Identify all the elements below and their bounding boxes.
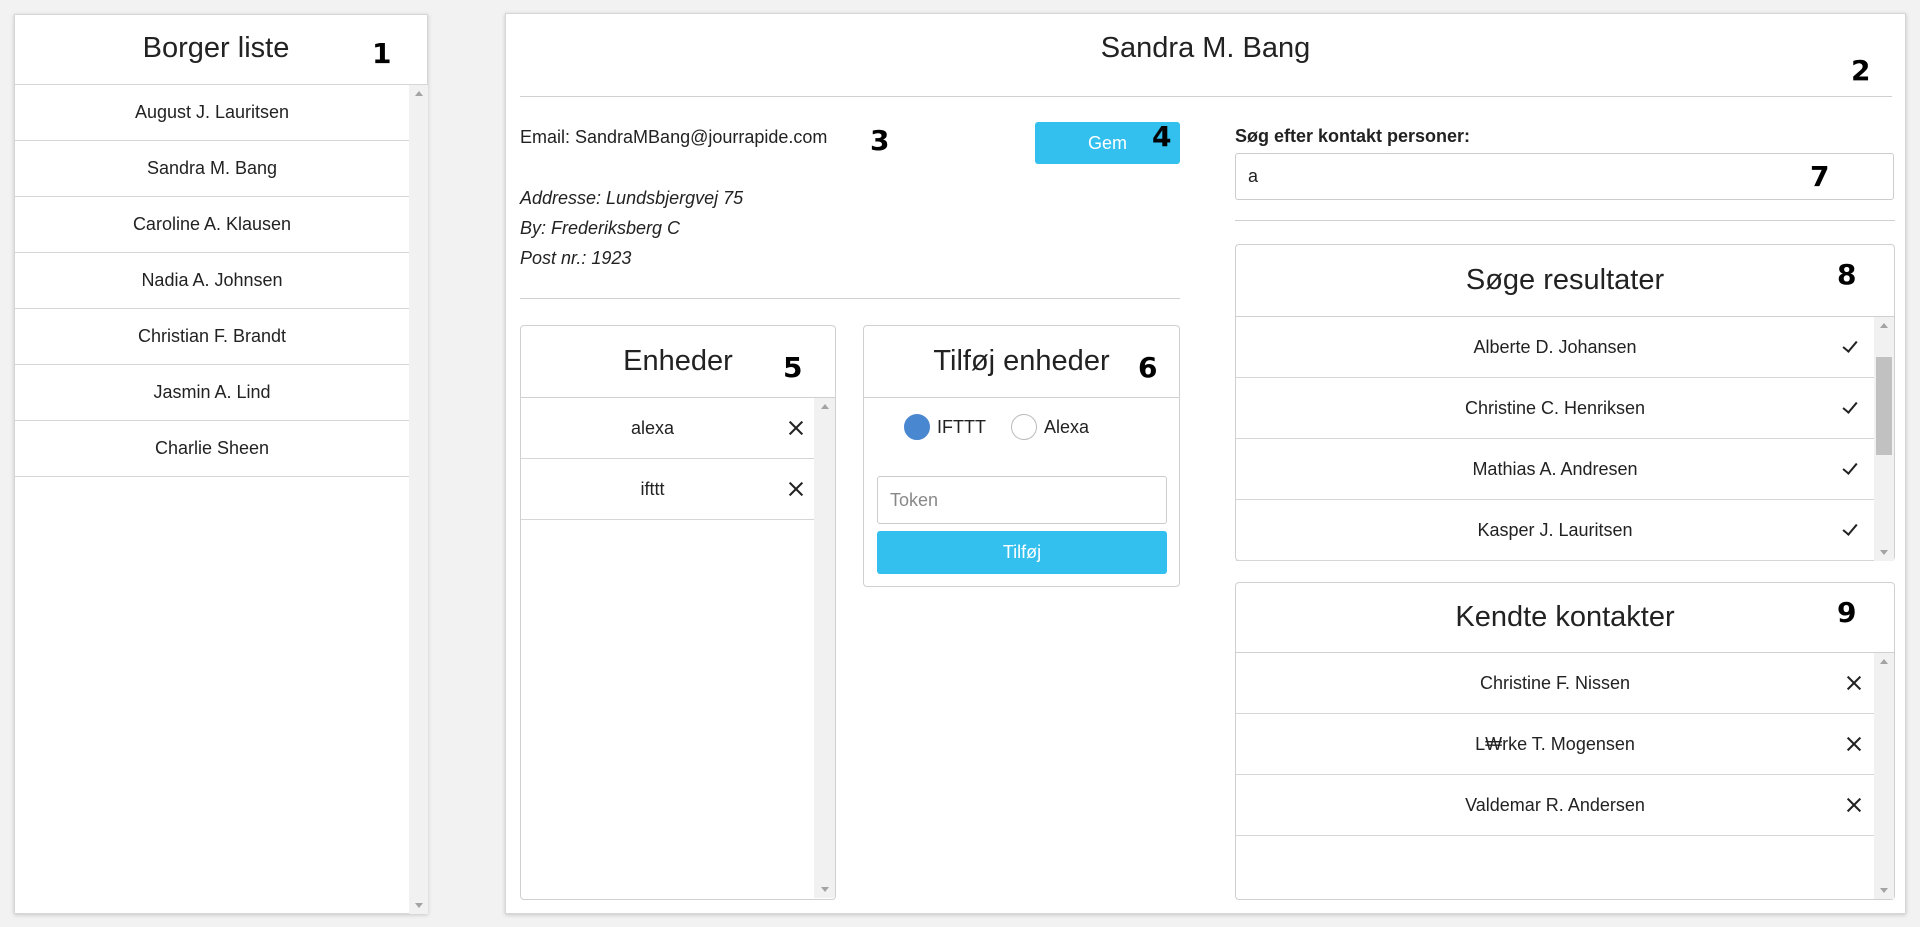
borger-list-item[interactable]: Charlie Sheen xyxy=(15,421,409,477)
radio-option-ifttt[interactable]: IFTTT xyxy=(904,414,986,440)
borger-list-item[interactable]: August J. Lauritsen xyxy=(15,85,409,141)
radio-option-alexa[interactable]: Alexa xyxy=(1011,414,1089,440)
tilfoej-enheder-title: Tilføj enheder xyxy=(864,326,1179,398)
remove-icon[interactable] xyxy=(788,481,804,497)
add-contact-check-icon[interactable] xyxy=(1844,463,1860,475)
borger-list: August J. Lauritsen Sandra M. Bang Carol… xyxy=(15,85,409,915)
radio-selected-icon[interactable] xyxy=(904,414,930,440)
page-title: Sandra M. Bang xyxy=(1100,32,1311,64)
add-contact-check-icon[interactable] xyxy=(1844,402,1860,414)
known-contact-item: L₩rke T. Mogensen xyxy=(1236,714,1874,775)
contact-name: Alberte D. Johansen xyxy=(1473,337,1637,357)
scroll-up-arrow-icon[interactable] xyxy=(1880,659,1888,664)
enheder-list: alexa ifttt xyxy=(521,398,814,898)
enheder-card: Enheder alexa ifttt 5 xyxy=(520,325,836,900)
divider xyxy=(520,298,1180,299)
borger-list-item[interactable]: Sandra M. Bang xyxy=(15,141,409,197)
enhed-name: ifttt xyxy=(640,479,665,499)
add-contact-check-icon[interactable] xyxy=(1844,341,1860,353)
tilfoej-enheder-card: Tilføj enheder 6 IFTTT Alexa Tilføj xyxy=(863,325,1180,587)
scrollbar-thumb[interactable] xyxy=(1876,357,1892,455)
scroll-down-arrow-icon[interactable] xyxy=(1880,888,1888,893)
add-contact-check-icon[interactable] xyxy=(1844,524,1860,536)
marker-5: 5 xyxy=(783,351,803,384)
known-contacts-scrollbar[interactable] xyxy=(1874,653,1894,899)
divider xyxy=(520,96,1892,97)
borger-list-item[interactable]: Caroline A. Klausen xyxy=(15,197,409,253)
add-device-button[interactable]: Tilføj xyxy=(877,531,1167,574)
contact-name: Mathias A. Andresen xyxy=(1472,459,1638,479)
enheder-scrollbar[interactable] xyxy=(814,398,835,898)
radio-label: Alexa xyxy=(1044,416,1090,437)
scroll-down-arrow-icon[interactable] xyxy=(414,903,423,908)
soege-resultater-card: Søge resultater 8 Alberte D. Johansen Ch… xyxy=(1235,244,1895,561)
borger-liste-title: Borger liste xyxy=(15,15,427,85)
search-results-list: Alberte D. Johansen Christine C. Henriks… xyxy=(1236,317,1874,561)
search-results-scrollbar[interactable] xyxy=(1874,317,1894,561)
borger-list-item[interactable]: Nadia A. Johnsen xyxy=(15,253,409,309)
divider xyxy=(1235,220,1895,221)
soege-resultater-title: Søge resultater xyxy=(1236,245,1894,317)
search-label: Søg efter kontakt personer: xyxy=(1235,126,1471,146)
kendte-kontakter-card: Kendte kontakter 9 Christine F. Nissen L… xyxy=(1235,582,1895,900)
remove-contact-icon[interactable] xyxy=(1846,736,1862,752)
known-contact-item: Christine F. Nissen xyxy=(1236,653,1874,714)
contact-name: Kasper J. Lauritsen xyxy=(1477,520,1633,540)
scroll-down-arrow-icon[interactable] xyxy=(1880,550,1888,555)
kendte-kontakter-title: Kendte kontakter xyxy=(1236,583,1894,653)
known-contact-item: Valdemar R. Andersen xyxy=(1236,775,1874,836)
scroll-up-arrow-icon[interactable] xyxy=(414,91,423,96)
marker-1: 1 xyxy=(372,37,392,70)
borger-list-item[interactable]: Jasmin A. Lind xyxy=(15,365,409,421)
borger-list-scrollbar[interactable] xyxy=(409,85,428,914)
marker-6: 6 xyxy=(1138,351,1158,384)
search-result-item: Alberte D. Johansen xyxy=(1236,317,1874,378)
remove-contact-icon[interactable] xyxy=(1846,797,1862,813)
city-text: By: Frederiksberg C xyxy=(520,218,681,238)
search-input[interactable] xyxy=(1235,153,1894,200)
search-result-item: Kasper J. Lauritsen xyxy=(1236,500,1874,561)
search-result-item: Christine C. Henriksen xyxy=(1236,378,1874,439)
marker-9: 9 xyxy=(1837,596,1857,629)
enhed-name: alexa xyxy=(630,418,675,438)
contact-name: Valdemar R. Andersen xyxy=(1465,795,1645,815)
enhed-list-item: ifttt xyxy=(521,459,814,520)
borger-detail-panel: Sandra M. Bang 2 Email: SandraMBang@jour… xyxy=(505,13,1906,914)
enhed-list-item: alexa xyxy=(521,398,814,459)
email-text: Email: SandraMBang@jourrapide.com xyxy=(520,127,828,147)
radio-label: IFTTT xyxy=(937,416,986,437)
marker-7: 7 xyxy=(1810,160,1830,193)
scroll-up-arrow-icon[interactable] xyxy=(820,404,829,409)
marker-3: 3 xyxy=(870,124,890,157)
contact-name: Christine F. Nissen xyxy=(1479,673,1631,693)
token-input[interactable] xyxy=(877,476,1167,524)
known-contacts-list: Christine F. Nissen L₩rke T. Mogensen Va… xyxy=(1236,653,1874,899)
contact-name: Christine C. Henriksen xyxy=(1464,398,1646,418)
remove-contact-icon[interactable] xyxy=(1846,675,1862,691)
scroll-down-arrow-icon[interactable] xyxy=(820,887,829,892)
marker-4: 4 xyxy=(1152,120,1172,153)
radio-unselected-icon[interactable] xyxy=(1011,414,1037,440)
scroll-up-arrow-icon[interactable] xyxy=(1880,323,1888,328)
postal-text: Post nr.: 1923 xyxy=(520,248,632,268)
remove-icon[interactable] xyxy=(788,420,804,436)
search-result-item: Mathias A. Andresen xyxy=(1236,439,1874,500)
borger-list-item[interactable]: Christian F. Brandt xyxy=(15,309,409,365)
address-text: Addresse: Lundsbjergvej 75 xyxy=(520,188,744,208)
borger-liste-panel: Borger liste August J. Lauritsen Sandra … xyxy=(14,14,428,914)
marker-8: 8 xyxy=(1837,258,1857,291)
contact-name: L₩rke T. Mogensen xyxy=(1475,734,1635,754)
marker-2: 2 xyxy=(1851,54,1871,87)
